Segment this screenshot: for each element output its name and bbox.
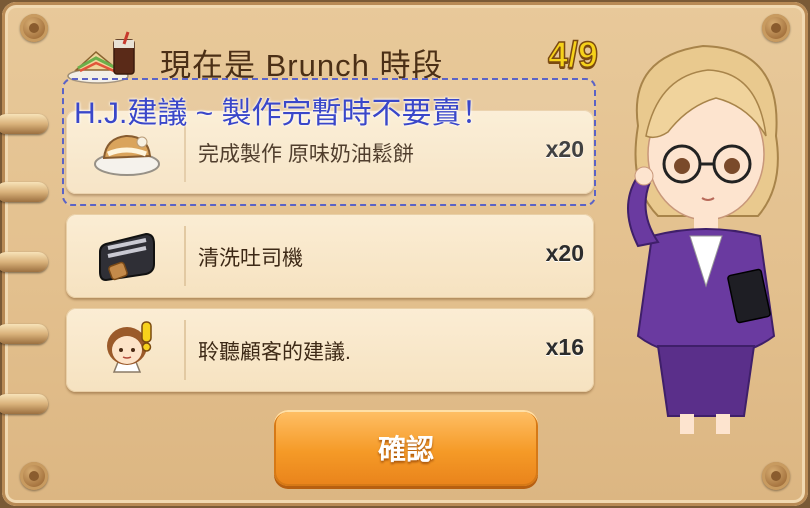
secretary-character (627, 44, 779, 434)
screw-bottom-right (762, 462, 790, 490)
progress-counter: 4/9 (547, 33, 599, 76)
sandwich-drink-icon (67, 31, 135, 84)
task-count: x16 (545, 334, 584, 360)
task-board: 現在是 Brunch 時段 4/9 完成製作 原味奶油鬆餅 x20 清洗吐司機 … (0, 2, 808, 506)
task-label: 聆聽顧客的建議. (198, 341, 351, 364)
row-divider (184, 320, 186, 380)
task-row: 聆聽顧客的建議. x16 (66, 308, 594, 392)
confirm-button[interactable]: 確認 (274, 410, 538, 486)
advice-annotation: H.J.建議 ~ 製作完暫時不要賣！ (74, 97, 492, 130)
toaster-icon (99, 232, 155, 282)
binder-ring (0, 182, 48, 202)
task-row: 清洗吐司機 x20 (66, 214, 594, 298)
binder-ring (0, 252, 48, 272)
binder-ring (0, 394, 48, 414)
binder-ring (0, 324, 48, 344)
customer-alert-icon (107, 321, 152, 373)
row-divider (184, 226, 186, 286)
screw-top-left (20, 14, 48, 42)
binder-ring (0, 114, 48, 134)
task-label: 清洗吐司機 (198, 247, 303, 270)
screw-bottom-left (20, 462, 48, 490)
task-count: x20 (545, 240, 584, 266)
